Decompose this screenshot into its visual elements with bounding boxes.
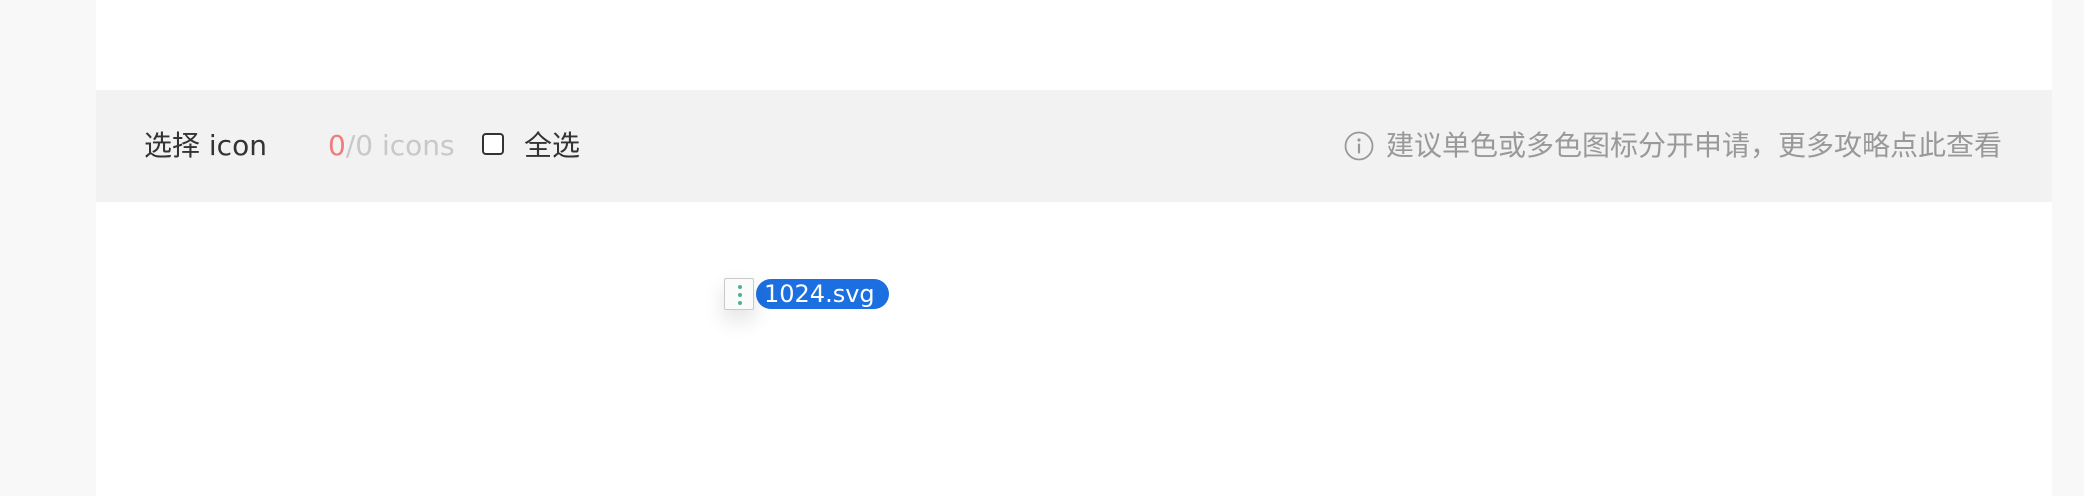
select-all-checkbox[interactable] xyxy=(482,133,504,155)
toolbar-title: 选择 icon xyxy=(144,129,267,162)
dragged-file[interactable]: 1024.svg xyxy=(724,278,889,310)
svg-file-icon xyxy=(724,278,754,310)
main-panel xyxy=(96,0,2052,496)
page: 选择 icon 0/0 icons 全选 建议单色或多色图标分开申请，更多攻略点… xyxy=(0,0,2084,496)
file-name-label: 1024.svg xyxy=(756,279,889,309)
total-count: 0 xyxy=(355,129,374,162)
selected-icon-counter: 0/0 icons xyxy=(328,126,455,166)
icon-select-toolbar: 选择 icon 0/0 icons 全选 建议单色或多色图标分开申请，更多攻略点… xyxy=(96,90,2052,202)
count-separator: / xyxy=(345,129,356,162)
selected-count: 0 xyxy=(328,129,346,162)
select-all-label[interactable]: 全选 xyxy=(524,126,580,166)
tip-link[interactable]: 建议单色或多色图标分开申请，更多攻略点此查看 xyxy=(1344,126,2002,166)
count-unit: icons xyxy=(373,129,455,162)
info-circle-icon xyxy=(1344,131,1374,161)
select-all-control[interactable]: 全选 xyxy=(482,126,580,166)
tip-text[interactable]: 建议单色或多色图标分开申请，更多攻略点此查看 xyxy=(1386,126,2002,166)
